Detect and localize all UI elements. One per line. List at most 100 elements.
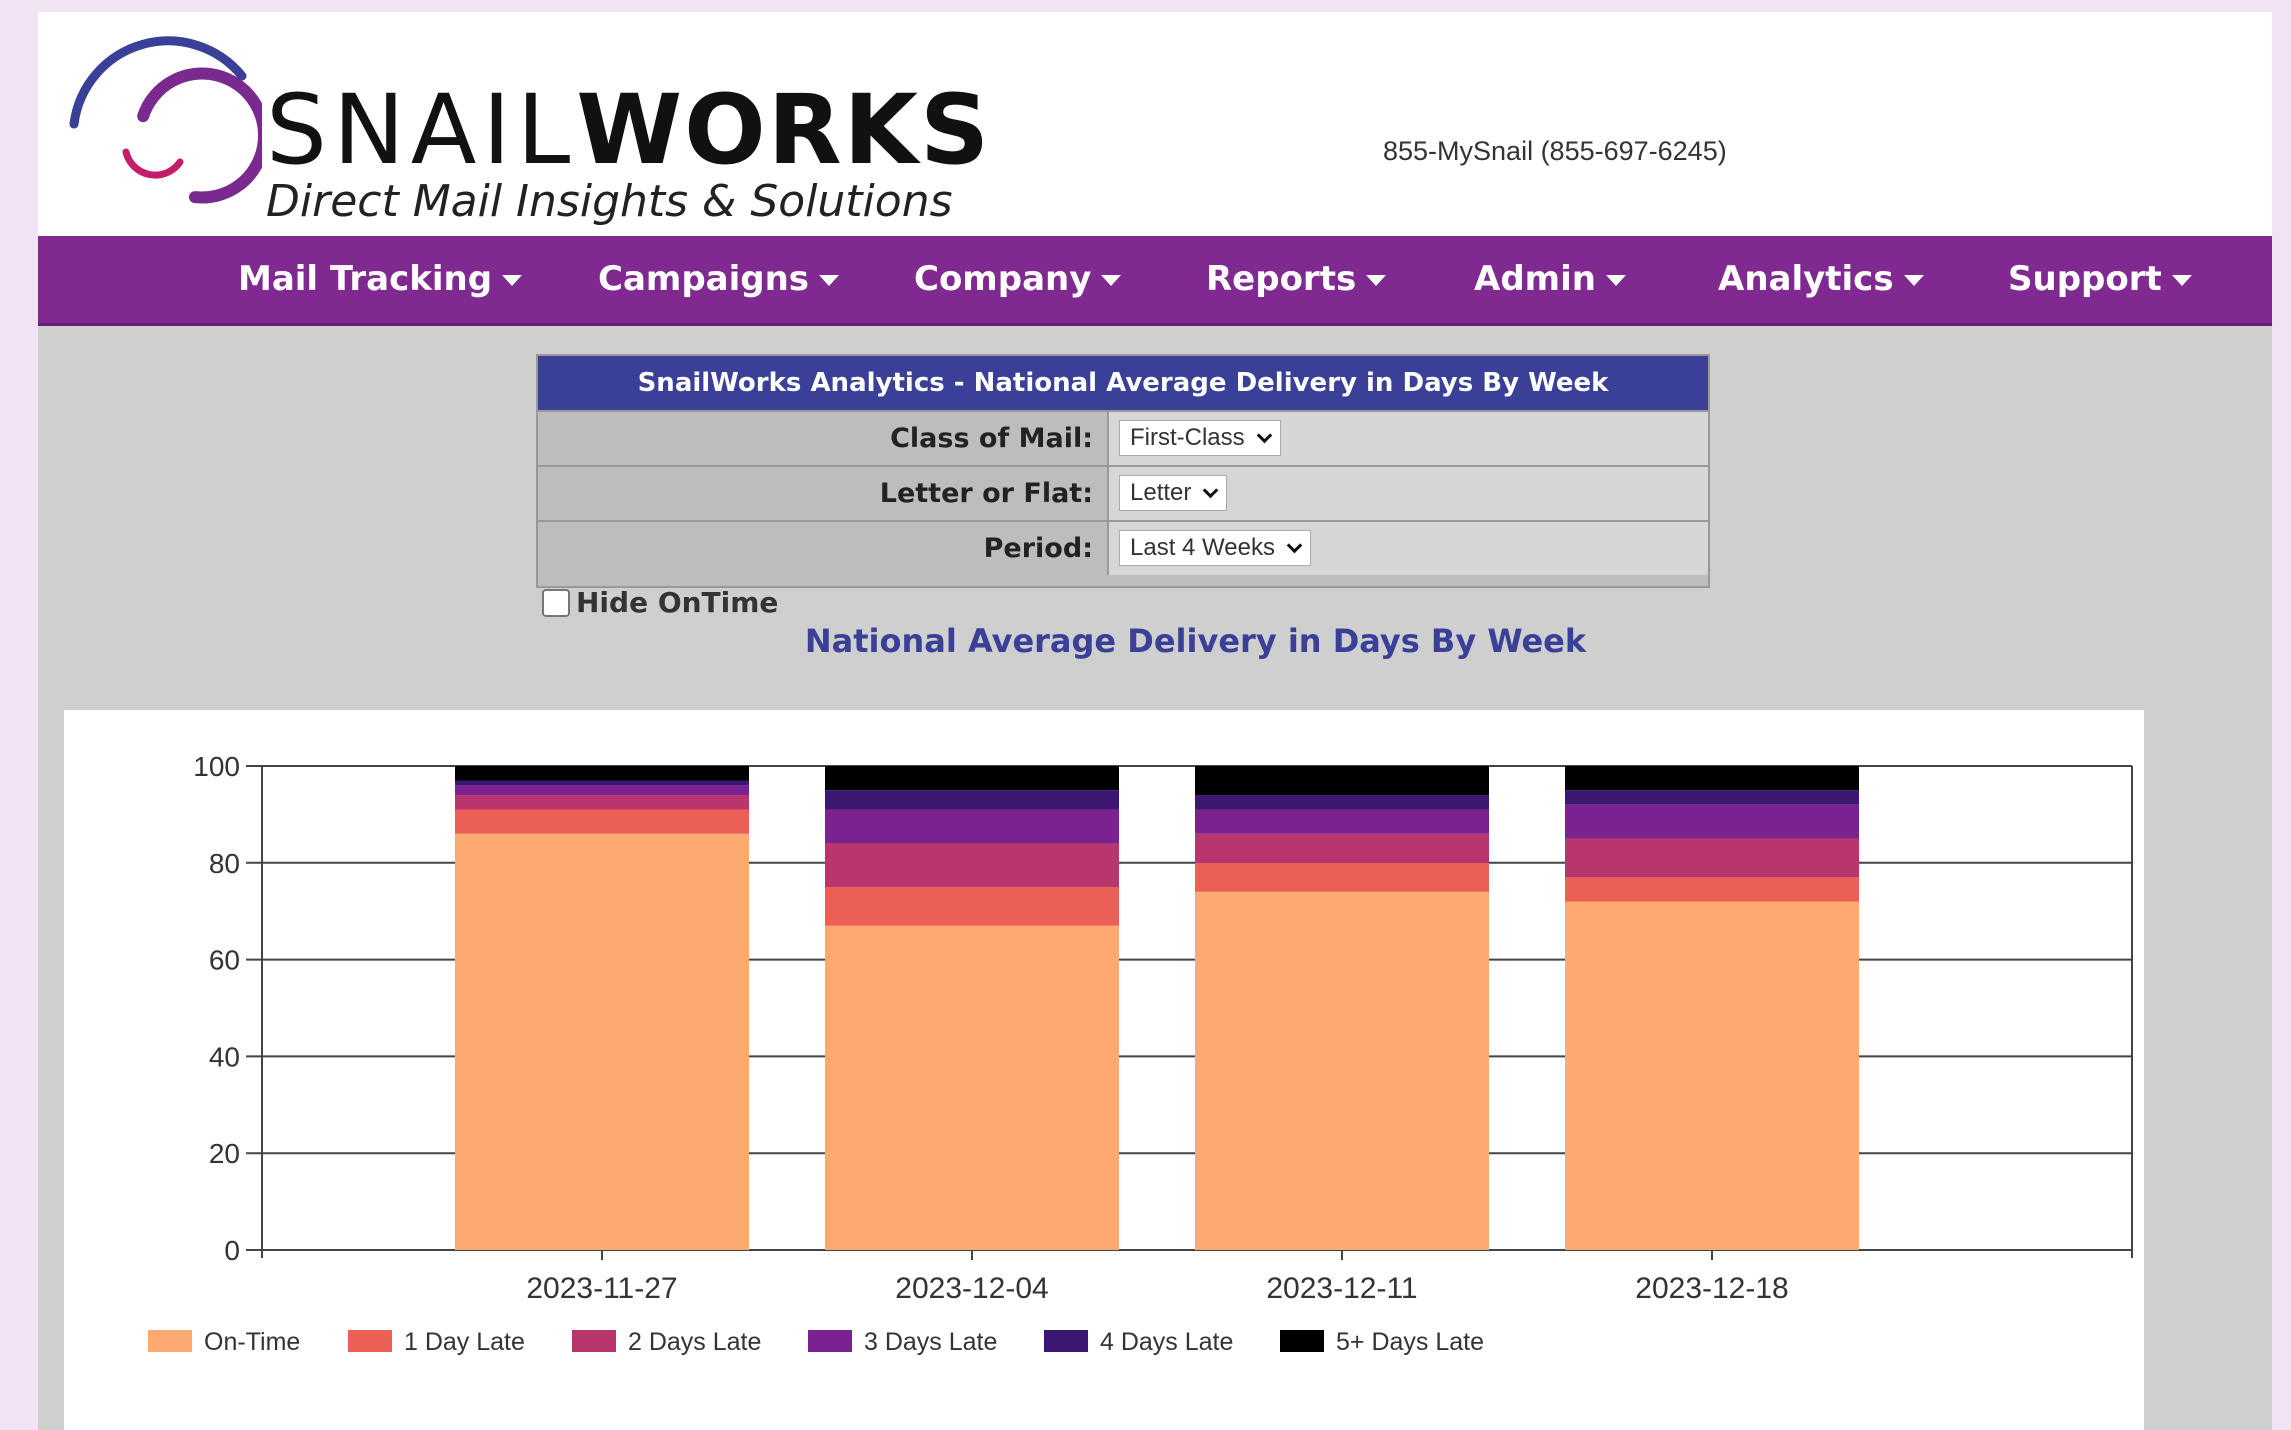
- bar-segment: [825, 925, 1119, 1250]
- brand-word-light: SNAIL: [266, 74, 577, 186]
- chevron-down-icon: [1286, 537, 1303, 554]
- nav-support[interactable]: Support: [2008, 236, 2192, 323]
- brand-wordmark: SNAILWORKS: [266, 82, 991, 178]
- caret-down-icon: [2171, 275, 2192, 286]
- nav-mail-tracking[interactable]: Mail Tracking: [238, 236, 523, 323]
- legend-label: 3 Days Late: [864, 1328, 997, 1356]
- x-tick-label: 2023-11-27: [526, 1272, 677, 1305]
- chart-title: National Average Delivery in Days By Wee…: [804, 622, 1587, 660]
- stacked-bar-chart: 0 20 40 60 80 100 2023-11-27 2023-12-04 2023-12-…: [148, 751, 2133, 1356]
- legend-swatch: [1280, 1330, 1324, 1352]
- bar-segment: [1195, 795, 1489, 810]
- hide-ontime-control[interactable]: Hide OnTime: [542, 586, 778, 626]
- period-label: Period:: [538, 522, 1107, 575]
- bar-segment: [455, 785, 749, 796]
- x-tick-label: 2023-12-18: [1635, 1272, 1788, 1305]
- y-tick-label: 100: [193, 751, 240, 782]
- y-tick-label: 20: [209, 1138, 240, 1169]
- filter-row-shape: Letter or Flat: Letter: [538, 465, 1708, 520]
- legend-swatch: [808, 1330, 852, 1352]
- chevron-down-icon: [1256, 427, 1272, 444]
- brand-word-bold: WORKS: [576, 74, 992, 186]
- y-tick-label: 60: [209, 945, 240, 976]
- bar-segment: [1565, 838, 1859, 878]
- select-value: Last 4 Weeks: [1130, 534, 1275, 561]
- bar-segment: [1565, 804, 1859, 839]
- nav-campaigns[interactable]: Campaigns: [598, 236, 840, 323]
- letter-or-flat-select[interactable]: Letter: [1119, 475, 1228, 511]
- hide-ontime-label[interactable]: Hide OnTime: [576, 586, 778, 619]
- x-tick-label: 2023-12-11: [1266, 1272, 1417, 1305]
- filter-row-class: Class of Mail: First-Class: [538, 410, 1708, 465]
- legend-label: 1 Day Late: [404, 1328, 525, 1356]
- bar-segment: [1565, 790, 1859, 805]
- bar-segment: [1195, 833, 1489, 863]
- main-nav: Mail Tracking Campaigns Company Reports …: [38, 236, 2272, 326]
- bar-segment: [455, 795, 749, 810]
- nav-company[interactable]: Company: [914, 236, 1122, 323]
- filter-cell: Letter: [1107, 467, 1708, 520]
- x-tick-label: 2023-12-04: [895, 1272, 1048, 1305]
- chevron-down-icon: [1203, 482, 1219, 499]
- site-header: SNAILWORKS Direct Mail Insights & Soluti…: [38, 12, 2272, 236]
- y-tick-label: 80: [209, 848, 240, 879]
- period-select[interactable]: Last 4 Weeks: [1119, 530, 1311, 566]
- legend-label: 5+ Days Late: [1336, 1328, 1484, 1356]
- nav-admin[interactable]: Admin: [1474, 236, 1626, 323]
- bar-segment: [1195, 891, 1489, 1250]
- nav-label: Reports: [1206, 259, 1357, 299]
- bar-segment: [825, 790, 1119, 810]
- caret-down-icon: [1605, 275, 1626, 286]
- letter-or-flat-label: Letter or Flat:: [538, 467, 1107, 520]
- filter-row-period: Period: Last 4 Weeks: [538, 520, 1708, 575]
- nav-reports[interactable]: Reports: [1206, 236, 1387, 323]
- caret-down-icon: [819, 275, 840, 286]
- caret-down-icon: [1101, 275, 1122, 286]
- app-frame: SNAILWORKS Direct Mail Insights & Soluti…: [38, 12, 2272, 1430]
- bar-segment: [1565, 901, 1859, 1250]
- bar-segment: [825, 887, 1119, 926]
- select-value: Letter: [1130, 479, 1192, 506]
- nav-analytics[interactable]: Analytics: [1718, 236, 1924, 323]
- select-value: First-Class: [1130, 424, 1245, 451]
- class-of-mail-label: Class of Mail:: [538, 412, 1107, 465]
- caret-down-icon: [502, 275, 523, 286]
- legend-swatch: [1044, 1330, 1088, 1352]
- bar-segment: [825, 809, 1119, 844]
- filter-panel: SnailWorks Analytics - National Average …: [536, 354, 1710, 588]
- bar-segment: [455, 809, 749, 834]
- nav-label: Admin: [1474, 259, 1596, 299]
- chart-container: 0 20 40 60 80 100 2023-11-27 2023-12-04 2023-12-…: [64, 710, 2144, 1430]
- filter-panel-title: SnailWorks Analytics - National Average …: [538, 356, 1708, 410]
- caret-down-icon: [1366, 275, 1387, 286]
- brand-tagline: Direct Mail Insights & Solutions: [266, 176, 953, 227]
- nav-label: Company: [914, 259, 1092, 299]
- class-of-mail-select[interactable]: First-Class: [1119, 420, 1281, 456]
- nav-label: Analytics: [1718, 259, 1894, 299]
- legend-swatch: [148, 1330, 192, 1352]
- y-tick-label: 0: [224, 1235, 240, 1266]
- bar-segment: [1565, 877, 1859, 902]
- bar-segment: [455, 833, 749, 1250]
- nav-label: Campaigns: [598, 259, 810, 299]
- legend-label: 2 Days Late: [628, 1328, 761, 1356]
- legend-label: 4 Days Late: [1100, 1328, 1233, 1356]
- legend-swatch: [348, 1330, 392, 1352]
- legend-swatch: [572, 1330, 616, 1352]
- hide-ontime-checkbox[interactable]: [542, 588, 570, 617]
- bar-segment: [455, 780, 749, 786]
- bar-segment: [825, 766, 1119, 791]
- y-tick-label: 40: [209, 1041, 240, 1072]
- caret-down-icon: [1903, 275, 1924, 286]
- snail-logo-icon[interactable]: [52, 24, 262, 234]
- nav-label: Support: [2008, 259, 2162, 299]
- phone-number: 855-MySnail (855-697-6245): [1383, 136, 1727, 166]
- nav-label: Mail Tracking: [238, 259, 493, 299]
- bar-segment: [1195, 809, 1489, 834]
- legend-label: On-Time: [204, 1328, 300, 1356]
- filter-cell: Last 4 Weeks: [1107, 522, 1708, 575]
- filter-cell: First-Class: [1107, 412, 1708, 465]
- bar-segment: [1565, 766, 1859, 791]
- bar-segment: [1195, 766, 1489, 796]
- bar-segment: [825, 843, 1119, 887]
